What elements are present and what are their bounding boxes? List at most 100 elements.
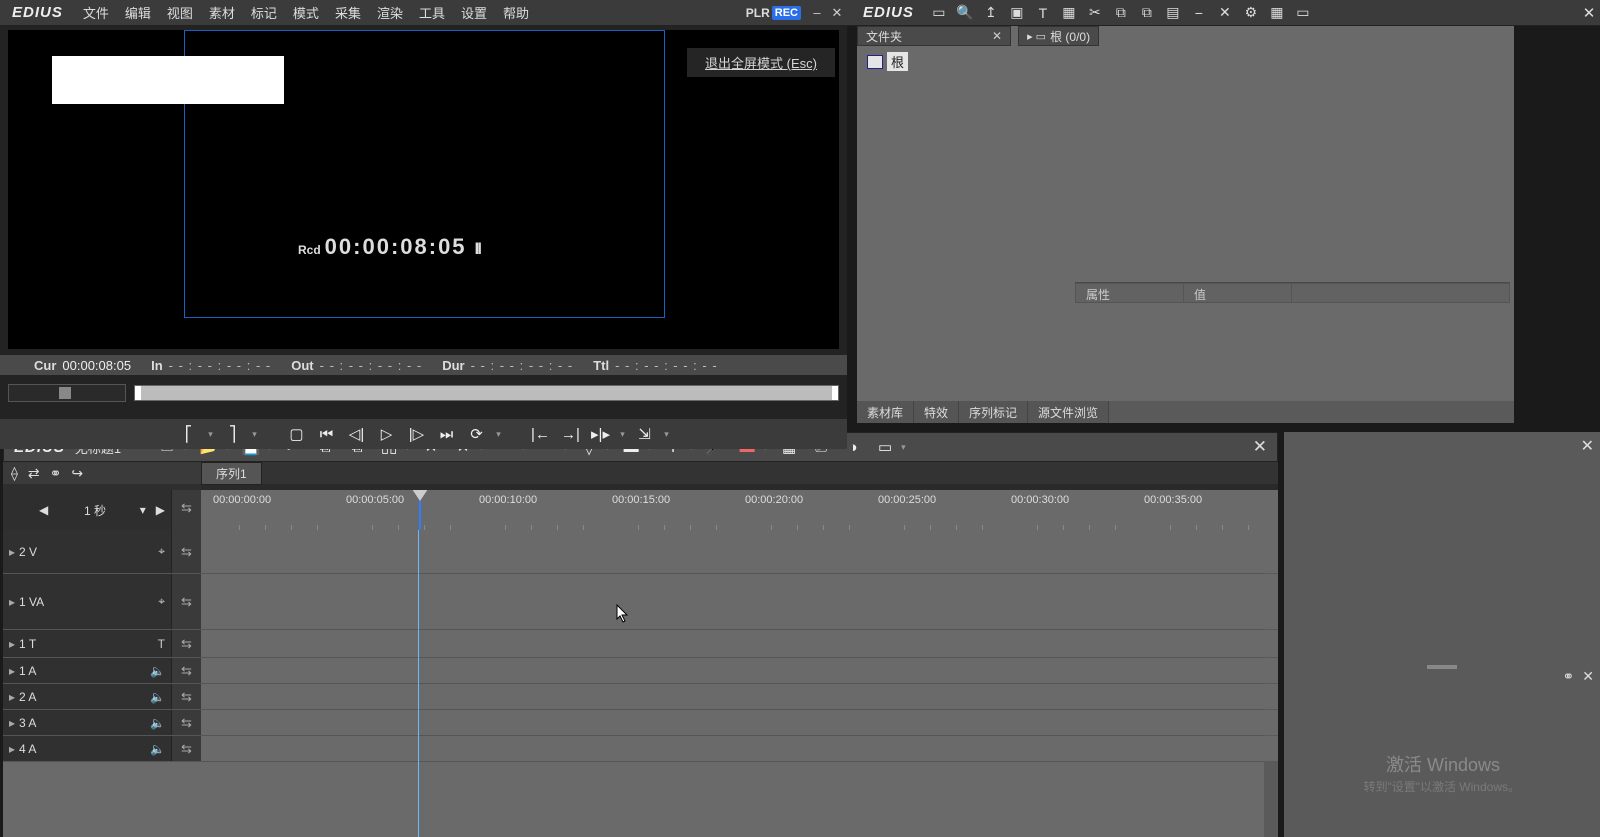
menu-edit[interactable]: 编辑 — [117, 3, 159, 22]
menu-tools[interactable]: 工具 — [411, 3, 453, 22]
goto-in-icon[interactable]: |← — [527, 421, 555, 447]
stop-icon[interactable]: ▢ — [283, 421, 311, 447]
grid-icon[interactable]: ▤ — [1160, 4, 1186, 21]
expand-icon[interactable]: ▸ — [9, 742, 15, 756]
copy-icon[interactable]: ⧉ — [1108, 4, 1134, 21]
scrub-track[interactable] — [134, 385, 839, 401]
track-lane[interactable] — [201, 658, 1278, 683]
insert-mode-icon[interactable]: ↪ — [71, 465, 83, 482]
bin-tab-folder[interactable]: 文件夹 ✕ — [857, 26, 1011, 46]
expand-icon[interactable]: ▸ — [9, 637, 15, 651]
drop-icon[interactable]: ▾ — [249, 421, 261, 447]
drop-icon[interactable]: ▾ — [617, 421, 629, 447]
link-icon[interactable]: ⚭ — [50, 465, 62, 482]
panel-close-icon[interactable]: ✕ — [1581, 436, 1594, 456]
track-header[interactable]: ▸4 A🔈 — [3, 736, 171, 761]
set-out-icon[interactable]: ⎤ — [219, 421, 247, 447]
track-header[interactable]: ▸1 TT — [3, 630, 171, 657]
rec-badge[interactable]: REC — [772, 6, 801, 20]
track-lane[interactable] — [201, 574, 1278, 629]
minimize-icon[interactable]: – — [809, 5, 825, 20]
expand-icon[interactable]: ▸ — [9, 595, 15, 609]
overwrite-icon[interactable]: ⇲ — [631, 421, 659, 447]
drop-icon[interactable]: ▾ — [661, 421, 673, 447]
track-header[interactable]: ▸1 A🔈 — [3, 658, 171, 683]
prop-col-val[interactable]: 值 — [1184, 284, 1292, 302]
track-type-icon[interactable]: 🔈 — [150, 690, 165, 704]
menu-settings[interactable]: 设置 — [453, 3, 495, 22]
link-icon[interactable]: ⚭ — [1563, 668, 1575, 685]
step-back-icon[interactable]: ◁| — [343, 421, 371, 447]
track-patch[interactable]: ⇆ — [171, 736, 201, 761]
close-icon[interactable]: ✕ — [829, 5, 845, 21]
track-type-icon[interactable]: 🔈 — [150, 716, 165, 730]
ruler-sync-col[interactable]: ⇆ — [171, 490, 201, 530]
goto-out-icon[interactable]: →| — [557, 421, 585, 447]
ruler-units[interactable]: 1 秒 — [54, 502, 136, 519]
track-header[interactable]: ▸1 VA⌖ — [3, 574, 171, 629]
props-icon[interactable]: ⚙ — [1238, 4, 1264, 21]
menu-view[interactable]: 视图 — [159, 3, 201, 22]
rewind-icon[interactable]: ⏮ — [313, 421, 341, 447]
units-drop-icon[interactable]: ▾ — [136, 503, 150, 517]
new-clip-icon[interactable]: ▣ — [1004, 4, 1030, 21]
close-icon[interactable]: ✕ — [992, 29, 1002, 43]
track-patch[interactable]: ⇆ — [171, 574, 201, 629]
track-patch[interactable]: ⇆ — [171, 710, 201, 735]
playhead[interactable] — [419, 490, 421, 530]
track-lane[interactable] — [201, 684, 1278, 709]
tree-root-item[interactable]: 根 — [861, 50, 1069, 73]
track-patch[interactable]: ⇆ — [171, 630, 201, 657]
forward-icon[interactable]: ⏭ — [433, 421, 461, 447]
expand-icon[interactable]: ▸ — [9, 690, 15, 704]
step-fwd-icon[interactable]: |▷ — [403, 421, 431, 447]
track-header[interactable]: ▸2 A🔈 — [3, 684, 171, 709]
track-header[interactable]: ▸3 A🔈 — [3, 710, 171, 735]
timeline-ruler[interactable]: 00:00:00:0000:00:05:0000:00:10:0000:00:1… — [201, 490, 1278, 530]
layout-icon[interactable]: ▭ — [871, 438, 899, 456]
track-type-icon[interactable]: 🔈 — [150, 742, 165, 756]
track-patch[interactable]: ⇆ — [171, 684, 201, 709]
drop-icon[interactable]: ▾ — [901, 442, 911, 453]
track-lane[interactable] — [201, 530, 1278, 573]
menu-render[interactable]: 渲染 — [369, 3, 411, 22]
tab-library[interactable]: 素材库 — [857, 401, 914, 423]
menu-mode[interactable]: 模式 — [285, 3, 327, 22]
up-icon[interactable]: ↥ — [978, 4, 1004, 21]
tab-seq-markers[interactable]: 序列标记 — [959, 401, 1028, 423]
timeline-close-icon[interactable]: ✕ — [1243, 437, 1277, 457]
bin-tab-root[interactable]: ▸ ▭ 根 (0/0) — [1018, 26, 1099, 46]
paste-icon[interactable]: ⧉ — [1134, 4, 1160, 21]
track-lane[interactable] — [201, 710, 1278, 735]
next-icon[interactable]: ▶ — [150, 503, 171, 517]
folder-tree[interactable]: 根 — [861, 50, 1069, 280]
view-list-icon[interactable]: ▭ — [1290, 4, 1316, 21]
bin-content[interactable] — [1075, 50, 1510, 280]
close-icon[interactable]: ✕ — [1582, 668, 1594, 685]
title-icon[interactable]: T — [1030, 5, 1056, 21]
panel-handle[interactable] — [1427, 665, 1457, 669]
jog-shuttle[interactable] — [8, 384, 126, 402]
tab-source-browser[interactable]: 源文件浏览 — [1028, 401, 1109, 423]
cut-icon[interactable]: ✂ — [1082, 4, 1108, 21]
minus-icon[interactable]: − — [1186, 5, 1212, 21]
menu-help[interactable]: 帮助 — [495, 3, 537, 22]
track-patch[interactable]: ⇆ — [171, 530, 201, 573]
menu-marker[interactable]: 标记 — [243, 3, 285, 22]
view-grid-icon[interactable]: ▦ — [1264, 4, 1290, 21]
track-type-icon[interactable]: 🔈 — [150, 664, 165, 678]
track-header[interactable]: ▸2 V⌖ — [3, 530, 171, 573]
colorbar-icon[interactable]: ▦ — [1056, 4, 1082, 21]
track-type-icon[interactable]: T — [158, 637, 165, 651]
expand-icon[interactable]: ▸ — [9, 664, 15, 678]
folder-icon[interactable]: ▭ — [926, 4, 952, 21]
delete-icon[interactable]: ✕ — [1212, 4, 1238, 21]
prop-col-attr[interactable]: 属性 — [1076, 284, 1184, 302]
track-patch[interactable]: ⇆ — [171, 658, 201, 683]
drop-icon[interactable]: ▾ — [205, 421, 217, 447]
loop-icon[interactable]: ⟳ — [463, 421, 491, 447]
track-lane[interactable] — [201, 736, 1278, 761]
menu-clip[interactable]: 素材 — [201, 3, 243, 22]
prev-icon[interactable]: ◀ — [33, 503, 54, 517]
tab-effects[interactable]: 特效 — [914, 401, 959, 423]
